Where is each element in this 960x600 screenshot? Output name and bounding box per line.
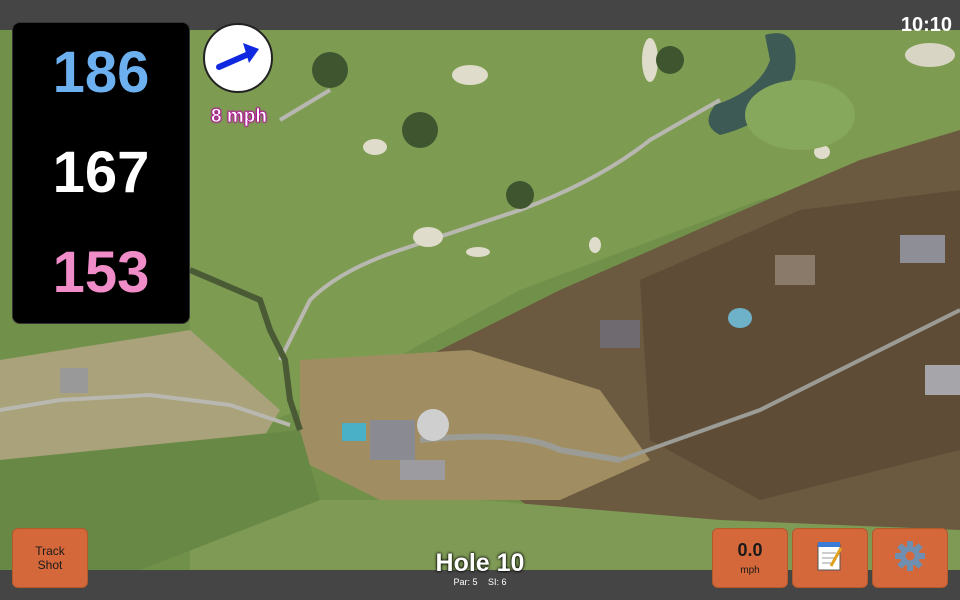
clock: 10:10 <box>900 14 952 36</box>
notepad-icon <box>815 540 845 577</box>
wind-arrow-icon <box>203 23 273 93</box>
gear-icon <box>894 540 926 577</box>
speed-unit: mph <box>740 565 760 576</box>
track-shot-label-line1: Track <box>35 544 65 558</box>
track-shot-label-line2: Shot <box>37 558 63 572</box>
notes-button[interactable] <box>792 528 868 588</box>
hole-par: Par: 5 <box>453 577 478 587</box>
back-yardage: 186 <box>52 40 150 105</box>
hole-title: Hole 10 <box>435 549 525 577</box>
middle-yardage: 167 <box>52 140 150 205</box>
settings-button[interactable] <box>872 528 948 588</box>
track-shot-button[interactable]: Track Shot <box>12 528 88 588</box>
hole-stroke-index: SI: 6 <box>488 577 507 587</box>
speed-button[interactable]: 0.0 mph <box>712 528 788 588</box>
wind-speed: 8 mph <box>211 106 268 128</box>
hole-info: Par: 5 SI: 6 <box>380 577 580 587</box>
front-yardage: 153 <box>52 240 150 305</box>
speed-value: 0.0 <box>737 540 763 560</box>
yardage-panel: 186 167 153 <box>12 22 190 324</box>
